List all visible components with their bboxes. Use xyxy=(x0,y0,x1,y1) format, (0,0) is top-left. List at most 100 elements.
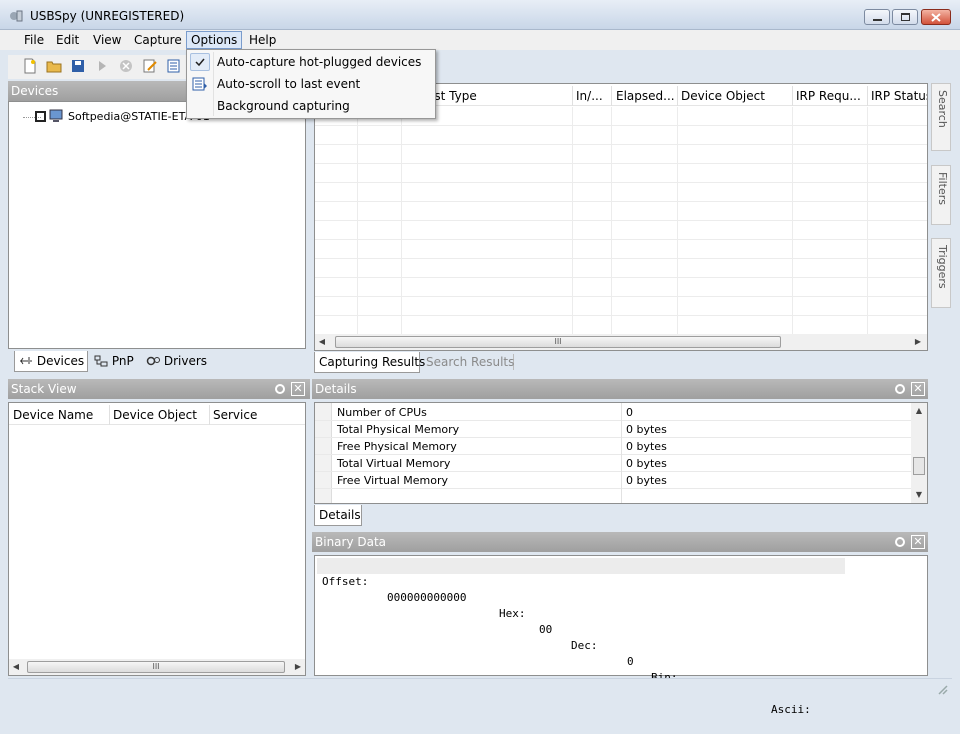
side-tab-search[interactable]: Search xyxy=(931,83,951,151)
tab-details[interactable]: Details xyxy=(314,505,362,526)
menu-item-auto-scroll[interactable]: Auto-scroll to last event xyxy=(217,74,360,94)
tree-checkbox[interactable] xyxy=(35,111,46,122)
scroll-left-icon[interactable]: ◀ xyxy=(11,661,21,673)
grid-col-line xyxy=(357,107,358,334)
play-icon[interactable] xyxy=(94,58,110,74)
col-irp-status[interactable]: IRP Status xyxy=(871,86,927,106)
col-device-object[interactable]: Device Object xyxy=(681,86,791,106)
menu-help[interactable]: Help xyxy=(245,31,280,49)
scroll-up-icon[interactable]: ▲ xyxy=(914,405,924,417)
details-tabs: Details xyxy=(314,505,928,527)
devices-tree[interactable]: Softpedia@STATIE-ETA-01 xyxy=(8,101,306,349)
details-row-value: 0 bytes xyxy=(626,440,667,453)
save-icon[interactable] xyxy=(70,58,86,74)
stack-view-close-icon[interactable]: ✕ xyxy=(291,382,305,396)
menu-file[interactable]: File xyxy=(20,31,48,49)
dec-value: 0 xyxy=(627,655,634,668)
scroll-right-icon[interactable]: ▶ xyxy=(913,336,923,348)
tab-drivers[interactable]: Drivers xyxy=(142,351,210,372)
stack-view-list[interactable]: Device Name Device Object Service ◀ III … xyxy=(8,402,306,676)
column-separator xyxy=(109,405,110,425)
details-row-value: 0 bytes xyxy=(626,457,667,470)
pin-icon[interactable] xyxy=(893,535,907,549)
capture-results-grid[interactable]: est Type In/... Elapsed... Device Object… xyxy=(314,83,928,351)
grid-col-line xyxy=(611,107,612,334)
minimize-icon xyxy=(873,19,882,21)
grid-col-line xyxy=(867,107,868,334)
details-row-name: Free Virtual Memory xyxy=(337,474,449,487)
open-folder-icon[interactable] xyxy=(46,58,62,74)
capture-horizontal-scrollbar[interactable]: ◀ III ▶ xyxy=(315,334,927,350)
details-vertical-scrollbar[interactable]: ▲ ▼ xyxy=(911,403,927,503)
details-row[interactable]: Total Virtual Memory 0 bytes xyxy=(315,455,911,472)
scrollbar-thumb[interactable] xyxy=(913,457,925,475)
binary-close-icon[interactable]: ✕ xyxy=(911,535,925,549)
menu-item-background-capturing[interactable]: Background capturing xyxy=(217,96,350,116)
tab-pnp-label: PnP xyxy=(111,354,134,368)
details-row-name: Free Physical Memory xyxy=(337,440,457,453)
title-bar: USBSpy (UNREGISTERED) xyxy=(0,0,960,30)
dec-label: Dec: xyxy=(571,639,598,652)
col-request-type[interactable]: est Type xyxy=(427,86,587,106)
close-button[interactable] xyxy=(921,9,951,25)
list-icon[interactable] xyxy=(166,58,182,74)
scrollbar-thumb[interactable]: III xyxy=(335,336,781,348)
stack-view-header-row: Device Name Device Object Service xyxy=(9,405,305,425)
stop-icon[interactable] xyxy=(118,58,134,74)
scrollbar-thumb[interactable]: III xyxy=(27,661,285,673)
new-icon[interactable] xyxy=(22,58,38,74)
scroll-left-icon[interactable]: ◀ xyxy=(317,336,327,348)
side-tab-search-label: Search xyxy=(936,90,949,128)
usb-icon xyxy=(20,357,32,365)
menu-edit[interactable]: Edit xyxy=(52,31,83,49)
col-device-name[interactable]: Device Name xyxy=(13,405,108,425)
scroll-right-icon[interactable]: ▶ xyxy=(293,661,303,673)
menu-capture[interactable]: Capture xyxy=(130,31,186,49)
details-close-icon[interactable]: ✕ xyxy=(911,382,925,396)
details-row[interactable]: Free Physical Memory 0 bytes xyxy=(315,438,911,455)
column-separator xyxy=(611,86,612,106)
devices-tabs: Devices PnP Drivers xyxy=(8,351,310,373)
col-in-out[interactable]: In/... xyxy=(576,86,612,106)
tab-pnp[interactable]: PnP xyxy=(90,351,142,372)
col-stack-device-object[interactable]: Device Object xyxy=(113,405,209,425)
tab-search-results[interactable]: Search Results xyxy=(422,354,514,370)
binary-data-view[interactable]: Offset: 000000000000 Hex: 00 Dec: 0 Bin:… xyxy=(314,555,928,716)
col-elapsed[interactable]: Elapsed... xyxy=(616,86,676,106)
tab-devices-label: Devices xyxy=(36,354,85,368)
details-row[interactable]: Free Virtual Memory 0 bytes xyxy=(315,472,911,489)
details-row-name: Number of CPUs xyxy=(337,406,427,419)
maximize-button[interactable] xyxy=(892,9,918,25)
resize-grip-icon[interactable] xyxy=(936,683,948,695)
grid-col-line xyxy=(792,107,793,334)
stack-horizontal-scrollbar[interactable]: ◀ III ▶ xyxy=(9,659,305,675)
minimize-button[interactable] xyxy=(864,9,890,25)
menu-item-auto-capture[interactable]: Auto-capture hot-plugged devices xyxy=(217,52,421,72)
details-grid[interactable]: Number of CPUs 0 Total Physical Memory 0 b… xyxy=(314,402,928,504)
computer-icon xyxy=(49,109,63,122)
details-row-value: 0 bytes xyxy=(626,474,667,487)
side-tab-filters[interactable]: Filters xyxy=(931,165,951,225)
offset-value: 000000000000 xyxy=(387,591,467,604)
window-title: USBSpy (UNREGISTERED) xyxy=(30,9,185,23)
pin-icon[interactable] xyxy=(273,382,287,396)
options-dropdown-menu: Auto-capture hot-plugged devices Auto-sc… xyxy=(186,49,436,119)
stack-view-title: Stack View xyxy=(11,382,77,396)
grid-rows xyxy=(315,107,927,334)
tab-devices[interactable]: Devices xyxy=(14,351,88,372)
col-service[interactable]: Service xyxy=(213,405,293,425)
menu-bar: File Edit View Capture Options Help xyxy=(0,30,960,50)
col-irp-request[interactable]: IRP Requ... xyxy=(796,86,866,106)
status-bar xyxy=(8,678,952,698)
scroll-down-icon[interactable]: ▼ xyxy=(914,489,924,501)
details-row[interactable]: Total Physical Memory 0 bytes xyxy=(315,421,911,438)
menu-view[interactable]: View xyxy=(89,31,125,49)
details-row[interactable]: Number of CPUs 0 xyxy=(315,404,911,421)
checkmark-icon xyxy=(190,53,210,71)
usb-app-icon xyxy=(10,10,23,22)
pin-icon[interactable] xyxy=(893,382,907,396)
edit-icon[interactable] xyxy=(142,58,158,74)
tab-capturing-results[interactable]: Capturing Results xyxy=(314,352,425,373)
side-tab-triggers[interactable]: Triggers xyxy=(931,238,951,308)
menu-options[interactable]: Options xyxy=(186,31,243,49)
